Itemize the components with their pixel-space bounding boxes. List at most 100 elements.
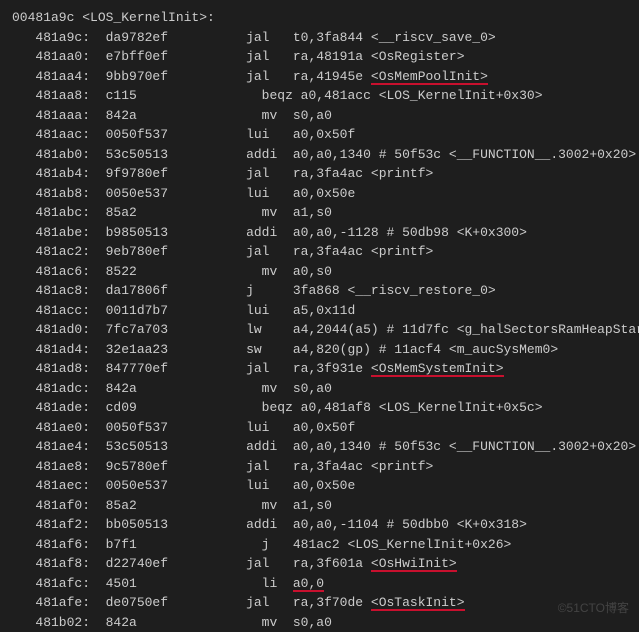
hexbytes: 9f9780ef [106, 166, 246, 181]
hexbytes: 0050f537 [106, 127, 246, 142]
address: 481aaa: [12, 108, 106, 123]
mnemonic: mv [246, 205, 293, 220]
symbol: <OsRegister> [371, 49, 465, 64]
hexbytes: 7fc7a703 [106, 322, 246, 337]
disasm-line: 481abe: b9850513 addi a0,a0,-1128 # 50db… [12, 223, 627, 243]
hexbytes: b9850513 [106, 225, 246, 240]
disasm-line: 481b02: 842a mv s0,a0 [12, 613, 627, 632]
operands: a0,481af8 [301, 400, 379, 415]
disasm-line: 481abc: 85a2 mv a1,s0 [12, 203, 627, 223]
symbol: <printf> [371, 459, 433, 474]
hexbytes: da9782ef [106, 30, 246, 45]
mnemonic: lui [246, 186, 293, 201]
mnemonic: j [246, 283, 293, 298]
disasm-line: 481ab4: 9f9780ef jal ra,3fa4ac <printf> [12, 164, 627, 184]
address: 481aac: [12, 127, 106, 142]
operands: a0,0x50e [293, 478, 355, 493]
hexbytes: da17806f [106, 283, 246, 298]
address: 481ae4: [12, 439, 106, 454]
symbol: <__FUNCTION__.3002+0x20> [449, 439, 636, 454]
disasm-line: 481adc: 842a mv s0,a0 [12, 379, 627, 399]
address: 481ac8: [12, 283, 106, 298]
address: 481acc: [12, 303, 106, 318]
symbol: <__riscv_restore_0> [347, 283, 495, 298]
address: 481aec: [12, 478, 106, 493]
disasm-line: 481ac6: 8522 mv a0,s0 [12, 262, 627, 282]
address: 481abc: [12, 205, 106, 220]
mnemonic: lw [246, 322, 293, 337]
operands: s0,a0 [293, 381, 332, 396]
hexbytes: 842a [106, 108, 246, 123]
symbol: <LOS_KernelInit+0x5c> [379, 400, 543, 415]
disasm-line: 481ad0: 7fc7a703 lw a4,2044(a5) # 11d7fc… [12, 320, 627, 340]
operands: ra,3fa4ac [293, 459, 371, 474]
mnemonic: mv [246, 264, 293, 279]
address: 481aa4: [12, 69, 106, 84]
operands: s0,a0 [293, 615, 332, 630]
operands: a0,a0,1340 # 50f53c [293, 147, 449, 162]
mnemonic: jal [246, 49, 293, 64]
address: 481ab4: [12, 166, 106, 181]
mnemonic: jal [246, 166, 293, 181]
hexbytes: de0750ef [106, 595, 246, 610]
mnemonic: jal [246, 361, 293, 376]
disassembly-listing: 481a9c: da9782ef jal t0,3fa844 <__riscv_… [12, 28, 627, 632]
mnemonic: jal [246, 69, 293, 84]
hexbytes: d22740ef [106, 556, 246, 571]
address: 481ad4: [12, 342, 106, 357]
hexbytes: 842a [106, 615, 246, 630]
symbol: <g_halSectorsRamHeapStart> [457, 322, 639, 337]
disasm-line: 481af2: bb050513 addi a0,a0,-1104 # 50db… [12, 515, 627, 535]
hexbytes: 0050e537 [106, 186, 246, 201]
hexbytes: 53c50513 [106, 147, 246, 162]
hexbytes: b7f1 [106, 537, 246, 552]
disasm-line: 481ade: cd09 beqz a0,481af8 <LOS_KernelI… [12, 398, 627, 418]
function-label: 00481a9c <LOS_KernelInit>: [12, 8, 627, 28]
address: 481ac6: [12, 264, 106, 279]
symbol: <printf> [371, 244, 433, 259]
symbol: <__FUNCTION__.3002+0x20> [449, 147, 636, 162]
address: 481af2: [12, 517, 106, 532]
mnemonic: mv [246, 381, 293, 396]
disasm-line: 481af0: 85a2 mv a1,s0 [12, 496, 627, 516]
mnemonic: beqz [246, 88, 301, 103]
operands: a0,0x50e [293, 186, 355, 201]
address: 481a9c: [12, 30, 106, 45]
disasm-line: 481af6: b7f1 j 481ac2 <LOS_KernelInit+0x… [12, 535, 627, 555]
hexbytes: 32e1aa23 [106, 342, 246, 357]
disasm-line: 481ac8: da17806f j 3fa868 <__riscv_resto… [12, 281, 627, 301]
address: 481ade: [12, 400, 106, 415]
mnemonic: jal [246, 30, 293, 45]
address: 481ab0: [12, 147, 106, 162]
disasm-line: 481ae4: 53c50513 addi a0,a0,1340 # 50f53… [12, 437, 627, 457]
symbol: <K+0x318> [457, 517, 527, 532]
operands: a5,0x11d [293, 303, 355, 318]
hexbytes: e7bff0ef [106, 49, 246, 64]
address: 481af6: [12, 537, 106, 552]
hexbytes: 847770ef [106, 361, 246, 376]
operands: a1,s0 [293, 498, 332, 513]
mnemonic: lui [246, 303, 293, 318]
mnemonic: jal [246, 459, 293, 474]
hexbytes: cd09 [106, 400, 246, 415]
mnemonic: li [246, 576, 293, 591]
disasm-line: 481ae0: 0050f537 lui a0,0x50f [12, 418, 627, 438]
mnemonic: sw [246, 342, 293, 357]
address: 481b02: [12, 615, 106, 630]
address: 481abe: [12, 225, 106, 240]
disasm-line: 481aaa: 842a mv s0,a0 [12, 106, 627, 126]
symbol: <K+0x300> [457, 225, 527, 240]
disasm-line: 481ab8: 0050e537 lui a0,0x50e [12, 184, 627, 204]
mnemonic: mv [246, 498, 293, 513]
operands: ra,48191a [293, 49, 371, 64]
operands: a4,820(gp) # 11acf4 [293, 342, 449, 357]
address: 481ac2: [12, 244, 106, 259]
disasm-line: 481ab0: 53c50513 addi a0,a0,1340 # 50f53… [12, 145, 627, 165]
disasm-line: 481ad4: 32e1aa23 sw a4,820(gp) # 11acf4 … [12, 340, 627, 360]
hexbytes: 85a2 [106, 498, 246, 513]
symbol: <LOS_KernelInit+0x26> [347, 537, 511, 552]
operands: s0,a0 [293, 108, 332, 123]
operands: a0,0x50f [293, 127, 355, 142]
operands: ra,3fa4ac [293, 244, 371, 259]
operands: 481ac2 [293, 537, 348, 552]
